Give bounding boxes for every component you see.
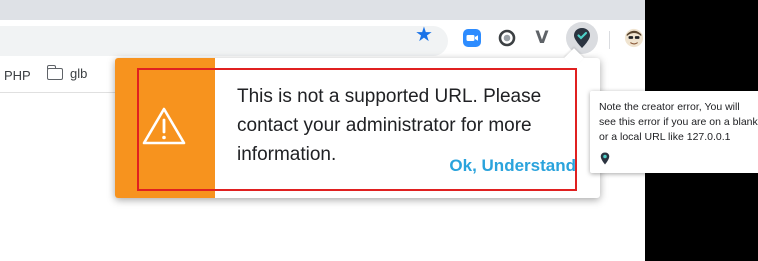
- pin-extension-icon[interactable]: [566, 22, 598, 54]
- v-extension-icon[interactable]: V: [532, 28, 552, 48]
- bookmark-folder-label: glb: [70, 66, 88, 81]
- tab-strip: [0, 0, 645, 20]
- bookmark-folder-glb[interactable]: glb: [46, 64, 88, 81]
- annotation-tooltip: Note the creator error, You will see thi…: [590, 91, 758, 173]
- extension-popup: This is not a supported URL. Please cont…: [115, 48, 600, 198]
- toolbar-separator: [609, 31, 610, 49]
- avatar-icon[interactable]: [624, 28, 644, 48]
- pin-icon: [600, 152, 610, 165]
- ok-understand-button[interactable]: Ok, Understand: [449, 156, 576, 176]
- tooltip-text: Note the creator error, You will see thi…: [599, 101, 758, 143]
- circle-extension-icon[interactable]: [497, 28, 517, 48]
- bookmark-item-php[interactable]: PHP: [4, 68, 31, 83]
- zoom-icon[interactable]: [462, 28, 482, 48]
- browser-toolbar: ★ V: [0, 20, 645, 60]
- star-icon[interactable]: ★: [415, 23, 433, 47]
- address-bar[interactable]: [0, 26, 448, 56]
- folder-icon: [46, 64, 63, 80]
